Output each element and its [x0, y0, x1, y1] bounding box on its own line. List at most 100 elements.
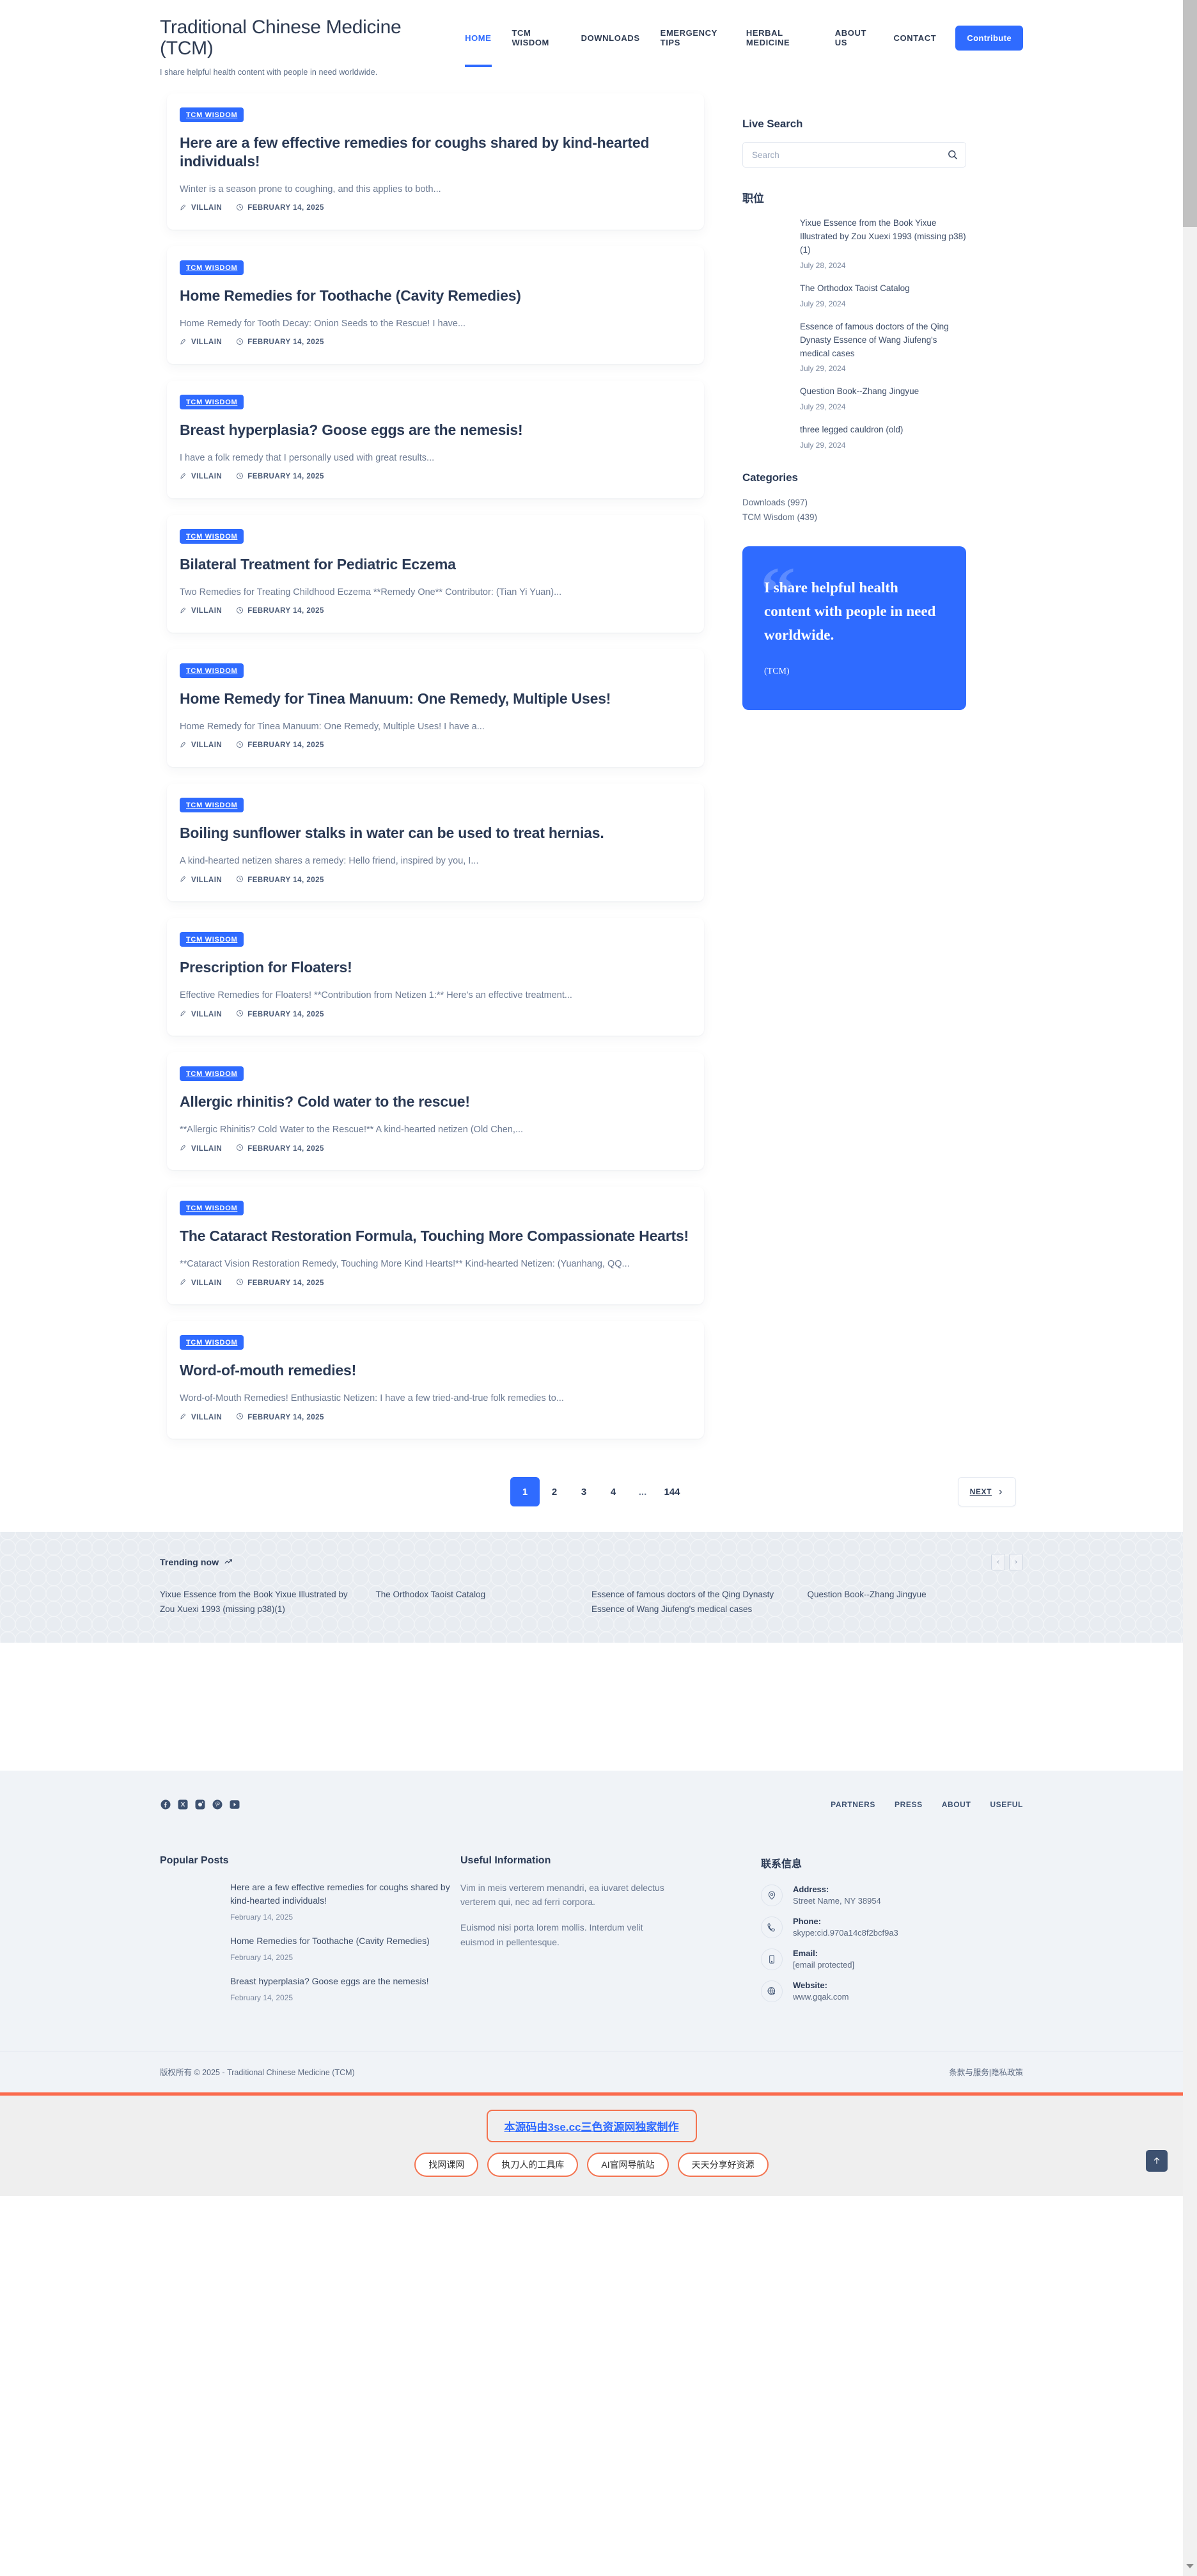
pagination: 1 2 3 4... 144 NEXT	[167, 1477, 1030, 1507]
sidebar-post-title[interactable]: Essence of famous doctors of the Qing Dy…	[800, 320, 966, 361]
trending-item[interactable]: Yixue Essence from the Book Yixue Illust…	[160, 1587, 376, 1616]
pagination-page-3[interactable]: 3	[569, 1477, 598, 1506]
post-card[interactable]: TCM WISDOM The Cataract Restoration Formu…	[167, 1187, 704, 1305]
x-twitter-icon[interactable]	[177, 1799, 189, 1810]
post-title[interactable]: The Cataract Restoration Formula, Touchi…	[180, 1227, 691, 1245]
footer-link-press[interactable]: PRESS	[895, 1800, 923, 1809]
terms-privacy-link[interactable]: 条款与服务|隐私政策	[949, 2066, 1023, 2078]
trending-carousel-controls: ‹ ›	[991, 1554, 1023, 1571]
post-title[interactable]: Home Remedies for Toothache (Cavity Reme…	[180, 287, 691, 305]
post-author[interactable]: VILLAIN	[180, 1009, 222, 1019]
contact-value[interactable]: skype:cid.970a14c8f2bcf9a3	[793, 1928, 898, 1938]
post-author[interactable]: VILLAIN	[180, 741, 222, 750]
promo-main-badge[interactable]: 本源码由3se.cc三色资源网独家制作	[486, 2109, 697, 2142]
post-title[interactable]: Allergic rhinitis? Cold water to the res…	[180, 1093, 691, 1111]
post-card[interactable]: TCM WISDOM Here are a few effective remed…	[167, 93, 704, 230]
sidebar-post-title[interactable]: three legged cauldron (old)	[800, 423, 966, 437]
trending-item[interactable]: Question Book--Zhang Jingyue	[808, 1587, 1024, 1616]
post-category-badge[interactable]: TCM WISDOM	[180, 663, 244, 678]
post-category-badge[interactable]: TCM WISDOM	[180, 394, 244, 409]
post-card[interactable]: TCM WISDOM Home Remedy for Tinea Manuum: …	[167, 649, 704, 767]
post-card[interactable]: TCM WISDOM Breast hyperplasia? Goose eggs…	[167, 380, 704, 498]
sidebar-post-date: July 29, 2024	[800, 364, 846, 374]
post-title[interactable]: Boiling sunflower stalks in water can be…	[180, 824, 691, 842]
post-title[interactable]: Breast hyperplasia? Goose eggs are the n…	[180, 421, 691, 439]
footer-link-partners[interactable]: PARTNERS	[831, 1800, 875, 1809]
contact-value[interactable]: Street Name, NY 38954	[793, 1896, 881, 1906]
nav-item-contact[interactable]: CONTACT	[884, 27, 947, 49]
post-author[interactable]: VILLAIN	[180, 1278, 222, 1288]
post-category-badge[interactable]: TCM WISDOM	[180, 1066, 244, 1082]
promo-pill[interactable]: 找网课网	[414, 2152, 479, 2177]
pagination-page-4[interactable]: 4	[598, 1477, 628, 1506]
post-author[interactable]: VILLAIN	[180, 1412, 222, 1422]
brand[interactable]: Traditional Chinese Medicine (TCM) I sha…	[160, 14, 455, 77]
page-root: Traditional Chinese Medicine (TCM) I sha…	[0, 0, 1197, 2576]
footer-link-useful[interactable]: USEFUL	[990, 1800, 1023, 1809]
nav-item-home[interactable]: HOME	[455, 27, 501, 67]
sidebar-post-title[interactable]: The Orthodox Taoist Catalog	[800, 282, 966, 296]
trending-item[interactable]: The Orthodox Taoist Catalog	[376, 1587, 592, 1616]
trending-next-button[interactable]: ›	[1009, 1554, 1023, 1571]
pagination-page-2[interactable]: 2	[540, 1477, 569, 1506]
post-card[interactable]: TCM WISDOM Home Remedies for Toothache (C…	[167, 246, 704, 364]
search-icon[interactable]	[947, 149, 958, 160]
post-author[interactable]: VILLAIN	[180, 338, 222, 347]
pagination-page-144[interactable]: 144	[657, 1477, 687, 1506]
nav-item-downloads[interactable]: DOWNLOADS	[571, 27, 650, 49]
post-author[interactable]: VILLAIN	[180, 875, 222, 885]
youtube-icon[interactable]	[229, 1799, 240, 1810]
post-title[interactable]: Here are a few effective remedies for co…	[180, 134, 691, 171]
footer-popular-title[interactable]: Home Remedies for Toothache (Cavity Reme…	[230, 1934, 460, 1948]
promo-pill[interactable]: AI官网导航站	[587, 2152, 669, 2177]
trending-item[interactable]: Essence of famous doctors of the Qing Dy…	[591, 1587, 808, 1616]
footer-popular-title[interactable]: Breast hyperplasia? Goose eggs are the n…	[230, 1975, 460, 1988]
category-link[interactable]: TCM Wisdom (439)	[742, 510, 966, 525]
promo-pill[interactable]: 天天分享好资源	[677, 2152, 769, 2177]
post-category-badge[interactable]: TCM WISDOM	[180, 932, 244, 947]
nav-item-herbal-medicine[interactable]: HERBAL MEDICINE	[736, 22, 825, 54]
sidebar-post-title[interactable]: Question Book--Zhang Jingyue	[800, 385, 966, 399]
post-title[interactable]: Bilateral Treatment for Pediatric Eczema	[180, 555, 691, 574]
post-category-badge[interactable]: TCM WISDOM	[180, 797, 244, 812]
post-category-badge[interactable]: TCM WISDOM	[180, 528, 244, 544]
nav-item-tcm-wisdom[interactable]: TCM WISDOM	[502, 22, 571, 54]
trending-prev-button[interactable]: ‹	[991, 1554, 1005, 1571]
scroll-to-top-button[interactable]	[1146, 2149, 1168, 2172]
nav-item-about-us[interactable]: ABOUT US	[825, 22, 884, 54]
footer-popular-title[interactable]: Here are a few effective remedies for co…	[230, 1881, 460, 1908]
contact-value[interactable]: www.gqak.com	[793, 1992, 849, 2002]
category-link[interactable]: Downloads (997)	[742, 496, 966, 510]
contact-value[interactable]: [email protected]	[793, 1960, 854, 1970]
post-author[interactable]: VILLAIN	[180, 606, 222, 616]
post-card[interactable]: TCM WISDOM Word-of-mouth remedies! Word-of…	[167, 1321, 704, 1439]
pagination-page-1[interactable]: 1	[510, 1477, 540, 1507]
post-card[interactable]: TCM WISDOM Bilateral Treatment for Pediat…	[167, 514, 704, 633]
sidebar-post-title[interactable]: Yixue Essence from the Book Yixue Illust…	[800, 217, 966, 257]
post-category-badge[interactable]: TCM WISDOM	[180, 107, 244, 122]
footer-link-about[interactable]: ABOUT	[942, 1800, 971, 1809]
post-title[interactable]: Prescription for Floaters!	[180, 958, 691, 977]
instagram-icon[interactable]	[194, 1799, 206, 1810]
post-category-badge[interactable]: TCM WISDOM	[180, 1201, 244, 1216]
pinterest-icon[interactable]	[212, 1799, 223, 1810]
facebook-icon[interactable]	[160, 1799, 171, 1810]
nav-item-emergency-tips[interactable]: EMERGENCY TIPS	[650, 22, 736, 54]
post-category-badge[interactable]: TCM WISDOM	[180, 1335, 244, 1350]
scroll-down-arrow-icon[interactable]	[1186, 2564, 1194, 2568]
search-input[interactable]	[742, 142, 966, 168]
contribute-button[interactable]: Contribute	[955, 25, 1024, 51]
post-author[interactable]: VILLAIN	[180, 472, 222, 482]
post-title[interactable]: Home Remedy for Tinea Manuum: One Remedy…	[180, 690, 691, 708]
post-author[interactable]: VILLAIN	[180, 1144, 222, 1153]
post-category-badge[interactable]: TCM WISDOM	[180, 260, 244, 275]
pagination-next-button[interactable]: NEXT	[957, 1477, 1016, 1507]
promo-pill[interactable]: 执刀人的工具库	[487, 2152, 579, 2177]
post-card[interactable]: TCM WISDOM Prescription for Floaters! Effe…	[167, 918, 704, 1036]
vertical-scrollbar[interactable]	[1183, 0, 1197, 2576]
post-author[interactable]: VILLAIN	[180, 203, 222, 213]
post-title[interactable]: Word-of-mouth remedies!	[180, 1361, 691, 1380]
post-card[interactable]: TCM WISDOM Allergic rhinitis? Cold water …	[167, 1052, 704, 1171]
post-card[interactable]: TCM WISDOM Boiling sunflower stalks in wa…	[167, 783, 704, 902]
scrollbar-thumb[interactable]	[1183, 0, 1197, 227]
